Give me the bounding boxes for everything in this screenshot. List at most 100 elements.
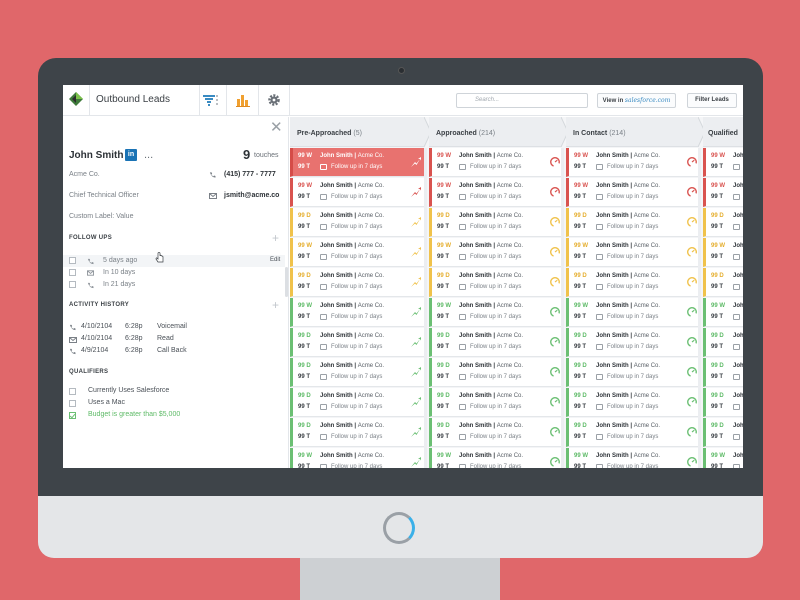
linkedin-icon[interactable]: in bbox=[125, 149, 137, 161]
pipeline-board: Pre-Approached (5) Approached (214) In C… bbox=[290, 117, 743, 468]
more-options-icon[interactable]: ... bbox=[144, 149, 153, 161]
lead-card[interactable]: 99 W99 TJohn Smith | Acme Co.Follow up i… bbox=[429, 298, 563, 327]
lead-card[interactable]: 99 D99 TJohn Smith | Acme Co.Follow up i… bbox=[566, 358, 700, 387]
lead-card[interactable]: 99 W99 TJohn Smith | Acme Co.Follow up i… bbox=[290, 148, 424, 177]
lead-card[interactable]: 99 D99 TJohn Smith | Acme Co.Follow up i… bbox=[703, 268, 743, 297]
lead-score-w: 99 D bbox=[574, 273, 587, 279]
lead-card[interactable]: 99 W99 TJohn Smith | Acme Co.Follow up i… bbox=[290, 448, 424, 468]
lead-score-w: 99 W bbox=[711, 303, 726, 309]
contact-title: Chief Technical Officer bbox=[69, 192, 139, 199]
touches-label: touches bbox=[254, 152, 279, 159]
lead-score-t: 99 T bbox=[574, 164, 587, 170]
lead-followup: Follow up in 7 days bbox=[470, 164, 522, 170]
lead-card[interactable]: 99 W99 TJohn Smith | Acme Co.Follow up i… bbox=[429, 238, 563, 267]
edit-follow-up-link[interactable]: Edit bbox=[270, 257, 280, 263]
lead-score-t: 99 T bbox=[298, 284, 311, 290]
contact-phone[interactable]: (415) 777 - 7777 bbox=[224, 171, 276, 178]
lead-card[interactable]: 99 W99 TJohn Smith | Acme Co.Follow up i… bbox=[566, 238, 700, 267]
lead-card[interactable]: 99 D99 TJohn Smith | Acme Co.Follow up i… bbox=[703, 388, 743, 417]
lead-company: Acme Co. bbox=[633, 453, 661, 459]
search-input[interactable]: Search... bbox=[456, 93, 588, 108]
calendar-icon bbox=[733, 164, 740, 170]
lead-card[interactable]: 99 W99 TJohn Smith | Acme Co.Follow up i… bbox=[290, 298, 424, 327]
lead-card[interactable]: 99 D99 TJohn Smith | Acme Co.Follow up i… bbox=[566, 388, 700, 417]
lead-card[interactable]: 99 D99 TJohn Smith | Acme Co.Follow up i… bbox=[703, 208, 743, 237]
lead-card[interactable]: 99 W99 TJohn Smith | Acme Co.Follow up i… bbox=[429, 148, 563, 177]
lead-card[interactable]: 99 D99 TJohn Smith | Acme Co.Follow up i… bbox=[429, 358, 563, 387]
column-header[interactable]: Pre-Approached (5) bbox=[290, 117, 424, 147]
follow-up-item[interactable]: In 21 days bbox=[103, 281, 135, 288]
lead-card[interactable]: 99 D99 TJohn Smith | Acme Co.Follow up i… bbox=[290, 208, 424, 237]
lead-card[interactable]: 99 W99 TJohn Smith | Acme Co.Follow up i… bbox=[290, 178, 424, 207]
filter-leads-button[interactable]: Filter Leads bbox=[687, 93, 737, 108]
calendar-icon bbox=[596, 344, 603, 350]
lead-card[interactable]: 99 W99 TJohn Smith | Acme Co.Follow up i… bbox=[703, 298, 743, 327]
lead-card[interactable]: 99 D99 TJohn Smith | Acme Co.Follow up i… bbox=[290, 418, 424, 447]
lead-card[interactable]: 99 D99 TJohn Smith | Acme Co.Follow up i… bbox=[429, 328, 563, 357]
funnel-icon[interactable] bbox=[202, 92, 218, 108]
lead-card[interactable]: 99 W99 TJohn Smith | Acme Co.Follow up i… bbox=[703, 238, 743, 267]
lead-card[interactable]: 99 W99 TJohn Smith | Acme Co.Follow up i… bbox=[290, 238, 424, 267]
lead-name: John Smith | Acme Co. bbox=[459, 243, 524, 249]
bar-chart-icon[interactable] bbox=[235, 92, 251, 108]
view-in-salesforce-button[interactable]: View in salesforce.com bbox=[597, 93, 676, 108]
lead-card[interactable]: 99 D99 TJohn Smith | Acme Co.Follow up i… bbox=[290, 388, 424, 417]
follow-up-checkbox[interactable] bbox=[69, 269, 76, 276]
column-header[interactable]: Qualified bbox=[703, 117, 743, 147]
follow-up-checkbox[interactable] bbox=[69, 257, 76, 264]
add-follow-up-icon[interactable]: + bbox=[272, 232, 279, 244]
lead-score-w: 99 D bbox=[711, 363, 724, 369]
contact-email[interactable]: jsmith@acme.co bbox=[224, 192, 279, 199]
gear-icon[interactable] bbox=[266, 92, 282, 108]
lead-card[interactable]: 99 D99 TJohn Smith | Acme Co.Follow up i… bbox=[566, 418, 700, 447]
column-header[interactable]: Approached (214) bbox=[429, 117, 561, 147]
activity-action: Call Back bbox=[157, 347, 187, 354]
activity-history-title: ACTIVITY HISTORY bbox=[69, 302, 130, 308]
lead-card[interactable]: 99 D99 TJohn Smith | Acme Co.Follow up i… bbox=[566, 208, 700, 237]
lead-card[interactable]: 99 W99 TJohn Smith | Acme Co.Follow up i… bbox=[429, 178, 563, 207]
follow-up-item[interactable]: In 10 days bbox=[103, 269, 135, 276]
follow-up-item[interactable]: 5 days ago bbox=[103, 257, 137, 264]
lead-company: Acme Co. bbox=[633, 243, 661, 249]
lead-company: Acme Co. bbox=[357, 273, 385, 279]
lead-card[interactable]: 99 D99 TJohn Smith | Acme Co.Follow up i… bbox=[290, 358, 424, 387]
lead-card[interactable]: 99 D99 TJohn Smith | Acme Co.Follow up i… bbox=[290, 268, 424, 297]
lead-card[interactable]: 99 D99 TJohn Smith | Acme Co.Follow up i… bbox=[566, 268, 700, 297]
lead-card[interactable]: 99 D99 TJohn Smith | Acme Co.Follow up i… bbox=[703, 328, 743, 357]
lead-card[interactable]: 99 W99 TJohn Smith | Acme Co.Follow up i… bbox=[566, 178, 700, 207]
lead-company: Acme Co. bbox=[633, 363, 661, 369]
lead-score-w: 99 D bbox=[574, 393, 587, 399]
lead-card[interactable]: 99 D99 TJohn Smith | Acme Co.Follow up i… bbox=[566, 328, 700, 357]
lead-company: Acme Co. bbox=[496, 213, 524, 219]
lead-card[interactable]: 99 W99 TJohn Smith | Acme Co.Follow up i… bbox=[566, 148, 700, 177]
calendar-icon bbox=[459, 254, 466, 260]
phone-icon bbox=[209, 172, 216, 178]
lead-card[interactable]: 99 D99 TJohn Smith | Acme Co.Follow up i… bbox=[429, 418, 563, 447]
lead-followup: Follow up in 7 days bbox=[470, 314, 522, 320]
lead-card[interactable]: 99 D99 TJohn Smith | Acme Co.Follow up i… bbox=[290, 328, 424, 357]
lead-card[interactable]: 99 D99 TJohn Smith | Acme Co.Follow up i… bbox=[703, 358, 743, 387]
lead-card[interactable]: 99 D99 TJohn Smith | Acme Co.Follow up i… bbox=[429, 208, 563, 237]
lead-score-t: 99 T bbox=[437, 314, 450, 320]
follow-up-checkbox[interactable] bbox=[69, 281, 76, 288]
lead-card[interactable]: 99 W99 TJohn Smith | Acme Co.Follow up i… bbox=[429, 448, 563, 468]
lead-name: John Smith | Acme Co. bbox=[733, 243, 743, 249]
close-icon[interactable]: ✕ bbox=[270, 120, 283, 135]
lead-card[interactable]: 99 W99 TJohn Smith | Acme Co.Follow up i… bbox=[566, 298, 700, 327]
lead-card[interactable]: 99 W99 TJohn Smith | Acme Co.Follow up i… bbox=[703, 448, 743, 468]
lead-card[interactable]: 99 D99 TJohn Smith | Acme Co.Follow up i… bbox=[703, 418, 743, 447]
qualifier-checkbox-checked[interactable] bbox=[69, 412, 76, 419]
lead-card[interactable]: 99 W99 TJohn Smith | Acme Co.Follow up i… bbox=[566, 448, 700, 468]
add-activity-icon[interactable]: + bbox=[272, 299, 279, 311]
lead-card[interactable]: 99 W99 TJohn Smith | Acme Co.Follow up i… bbox=[703, 178, 743, 207]
qualifier-checkbox[interactable] bbox=[69, 388, 76, 395]
lead-card[interactable]: 99 W99 TJohn Smith | Acme Co.Follow up i… bbox=[703, 148, 743, 177]
lead-card[interactable]: 99 D99 TJohn Smith | Acme Co.Follow up i… bbox=[429, 268, 563, 297]
column-header[interactable]: In Contact (214) bbox=[566, 117, 698, 147]
lead-score-w: 99 W bbox=[437, 303, 452, 309]
lead-card[interactable]: 99 D99 TJohn Smith | Acme Co.Follow up i… bbox=[429, 388, 563, 417]
calendar-icon bbox=[596, 194, 603, 200]
panel-scrollbar[interactable] bbox=[285, 267, 288, 297]
qualifier-checkbox[interactable] bbox=[69, 400, 76, 407]
lead-score-w: 99 D bbox=[298, 363, 311, 369]
